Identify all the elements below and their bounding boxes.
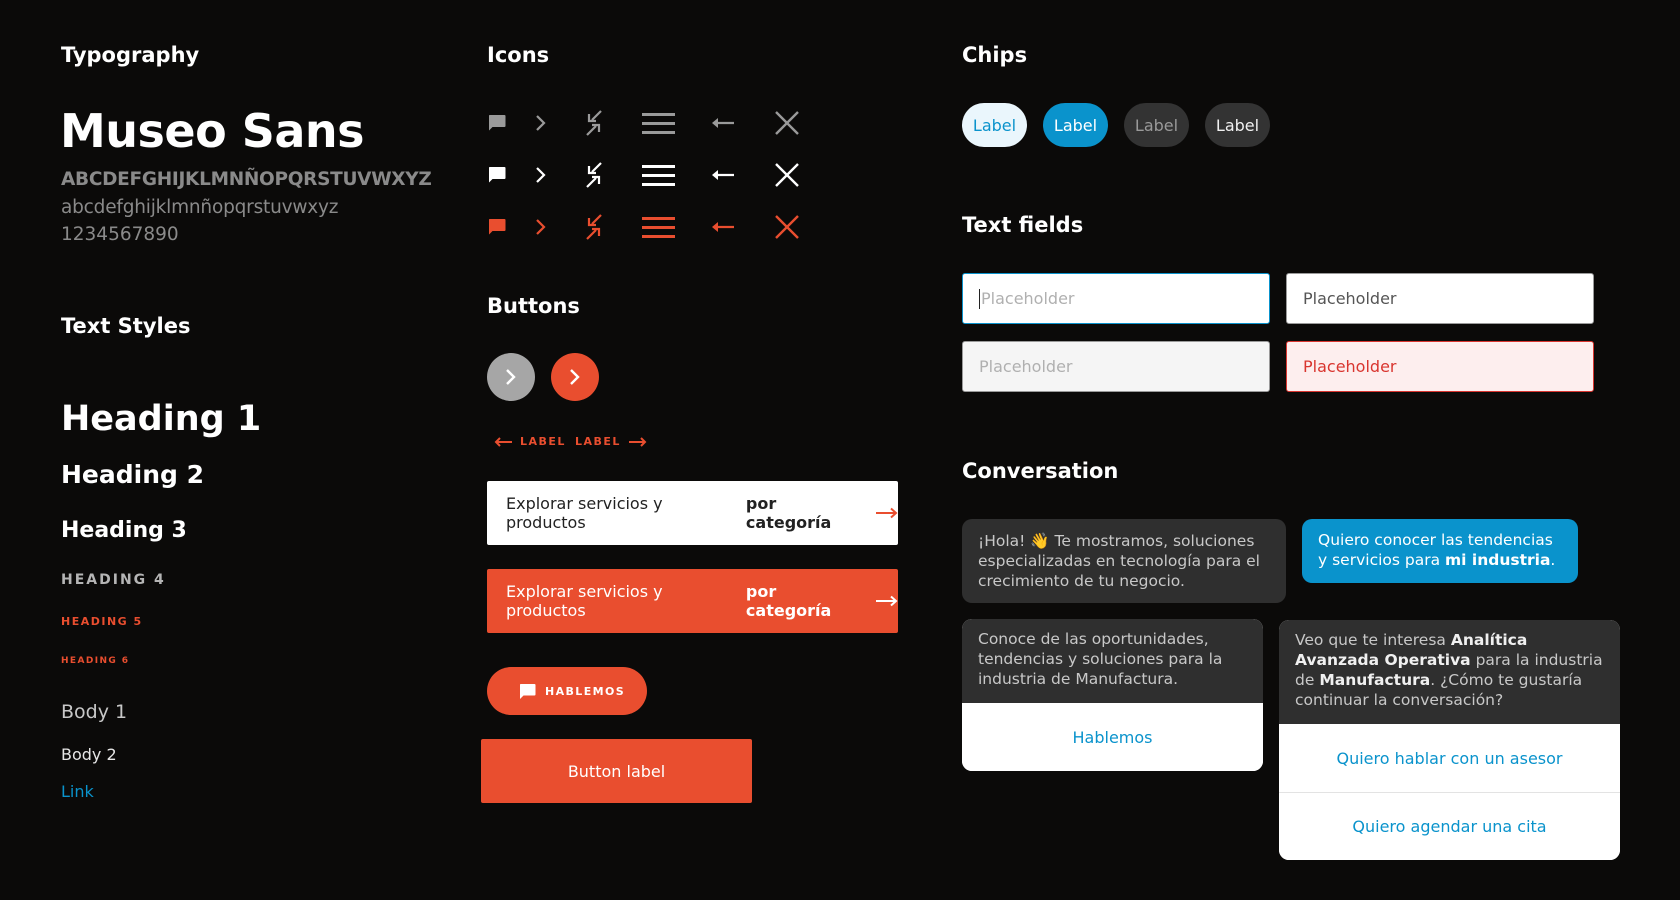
close-icon bbox=[767, 158, 807, 192]
close-icon bbox=[767, 106, 807, 140]
cta-bold-text: por categoría bbox=[745, 582, 832, 620]
chat-icon bbox=[477, 106, 517, 140]
buttons-title: Buttons bbox=[487, 294, 580, 318]
user-message-bold: mi industria bbox=[1445, 551, 1551, 569]
chip-selected[interactable]: Label bbox=[1043, 103, 1108, 147]
menu-icon bbox=[639, 158, 679, 192]
wave-icon: 👋 bbox=[1030, 532, 1050, 550]
circle-next-button-disabled[interactable] bbox=[487, 353, 535, 401]
chat-icon bbox=[477, 210, 517, 244]
text-field-disabled[interactable]: Placeholder bbox=[962, 341, 1270, 392]
heading-3-sample: Heading 3 bbox=[61, 518, 187, 543]
chevron-right-icon bbox=[521, 106, 561, 140]
arrow-right-icon bbox=[628, 436, 647, 447]
chevron-right-icon bbox=[521, 158, 561, 192]
bot-card-2: Veo que te interesa Analítica Avanzada O… bbox=[1279, 620, 1620, 860]
link-sample[interactable]: Link bbox=[61, 782, 94, 801]
chat-icon bbox=[477, 158, 517, 192]
hablemos-label: HABLEMOS bbox=[545, 684, 626, 698]
heading-1-sample: Heading 1 bbox=[61, 399, 262, 439]
compress-icon bbox=[574, 158, 614, 192]
heading-4-sample: HEADING 4 bbox=[61, 572, 166, 588]
body-1-sample: Body 1 bbox=[61, 701, 128, 723]
talk-to-advisor-option[interactable]: Quiero hablar con un asesor bbox=[1279, 724, 1620, 792]
uppercase-sample: ABCDEFGHIJKLMNÑOPQRSTUVWXYZ bbox=[61, 169, 432, 190]
bot-card-1-message: Conoce de las oportunidades, tendencias … bbox=[962, 619, 1263, 703]
back-label-button[interactable]: LABEL bbox=[494, 435, 566, 448]
next-label: LABEL bbox=[575, 435, 621, 448]
arrow-left-icon bbox=[494, 436, 512, 447]
user-message-suffix: . bbox=[1550, 551, 1556, 569]
arrow-right-icon bbox=[876, 507, 898, 519]
user-message-bubble: Quiero conocer las tendencias y servicio… bbox=[1302, 519, 1578, 583]
menu-icon bbox=[639, 210, 679, 244]
text-styles-title: Text Styles bbox=[61, 314, 191, 338]
bot-card-2-message: Veo que te interesa Analítica Avanzada O… bbox=[1279, 620, 1620, 724]
hablemos-button[interactable]: HABLEMOS bbox=[487, 667, 647, 715]
bot-card-1: Conoce de las oportunidades, tendencias … bbox=[962, 619, 1263, 771]
compress-icon bbox=[574, 106, 614, 140]
heading-2-sample: Heading 2 bbox=[61, 460, 205, 489]
font-name: Museo Sans bbox=[60, 104, 365, 158]
text-field-filled[interactable]: Placeholder bbox=[1286, 273, 1594, 324]
close-icon bbox=[767, 210, 807, 244]
chevron-right-icon bbox=[570, 369, 580, 385]
icons-title: Icons bbox=[487, 43, 550, 67]
explore-category-button-orange[interactable]: Explorar servicios y productos por categ… bbox=[487, 569, 898, 633]
text-field-value: Placeholder bbox=[1303, 289, 1397, 308]
schedule-appointment-option[interactable]: Quiero agendar una cita bbox=[1279, 792, 1620, 860]
chip-default[interactable]: Label bbox=[1205, 103, 1270, 147]
circle-next-button[interactable] bbox=[551, 353, 599, 401]
card-2-text: Veo que te interesa bbox=[1295, 631, 1451, 649]
cta-text: Explorar servicios y productos bbox=[506, 582, 663, 620]
text-caret bbox=[979, 288, 980, 309]
text-field-error[interactable]: Placeholder bbox=[1286, 341, 1594, 392]
lowercase-sample: abcdefghijklmnñopqrstuvwxyz bbox=[61, 197, 339, 218]
arrow-left-icon bbox=[703, 210, 743, 244]
chevron-right-icon bbox=[506, 369, 516, 385]
text-field-placeholder: Placeholder bbox=[979, 357, 1073, 376]
heading-6-sample: HEADING 6 bbox=[61, 656, 130, 666]
cta-bold-text: por categoría bbox=[745, 494, 832, 532]
hablemos-option[interactable]: Hablemos bbox=[962, 703, 1263, 771]
arrow-left-icon bbox=[703, 158, 743, 192]
explore-category-button-white[interactable]: Explorar servicios y productos por categ… bbox=[487, 481, 898, 545]
next-label-button[interactable]: LABEL bbox=[575, 435, 647, 448]
arrow-right-icon bbox=[876, 595, 898, 607]
primary-button[interactable]: Button label bbox=[481, 739, 752, 803]
text-field-value: Placeholder bbox=[1303, 357, 1397, 376]
typography-title: Typography bbox=[61, 43, 200, 67]
arrow-left-icon bbox=[703, 106, 743, 140]
primary-button-label: Button label bbox=[567, 761, 666, 781]
chat-icon bbox=[520, 683, 536, 699]
menu-icon bbox=[639, 106, 679, 140]
chip-disabled[interactable]: Label bbox=[1124, 103, 1189, 147]
heading-5-sample: HEADING 5 bbox=[61, 615, 143, 628]
card-2-bold: Manufactura bbox=[1319, 671, 1431, 689]
chip-light[interactable]: Label bbox=[962, 103, 1027, 147]
chips-title: Chips bbox=[962, 43, 1028, 67]
conversation-title: Conversation bbox=[962, 459, 1119, 483]
numbers-sample: 1234567890 bbox=[61, 224, 179, 245]
back-label: LABEL bbox=[520, 435, 566, 448]
text-field-focused[interactable]: Placeholder bbox=[962, 273, 1270, 324]
cta-text: Explorar servicios y productos bbox=[506, 494, 663, 532]
bot-greeting-bubble: ¡Hola! 👋 Te mostramos, soluciones especi… bbox=[962, 519, 1286, 603]
text-fields-title: Text fields bbox=[962, 213, 1084, 237]
greeting-prefix: ¡Hola! bbox=[978, 532, 1031, 550]
text-field-placeholder: Placeholder bbox=[981, 289, 1075, 308]
body-2-sample: Body 2 bbox=[61, 745, 117, 764]
compress-icon bbox=[574, 210, 614, 244]
chevron-right-icon bbox=[521, 210, 561, 244]
